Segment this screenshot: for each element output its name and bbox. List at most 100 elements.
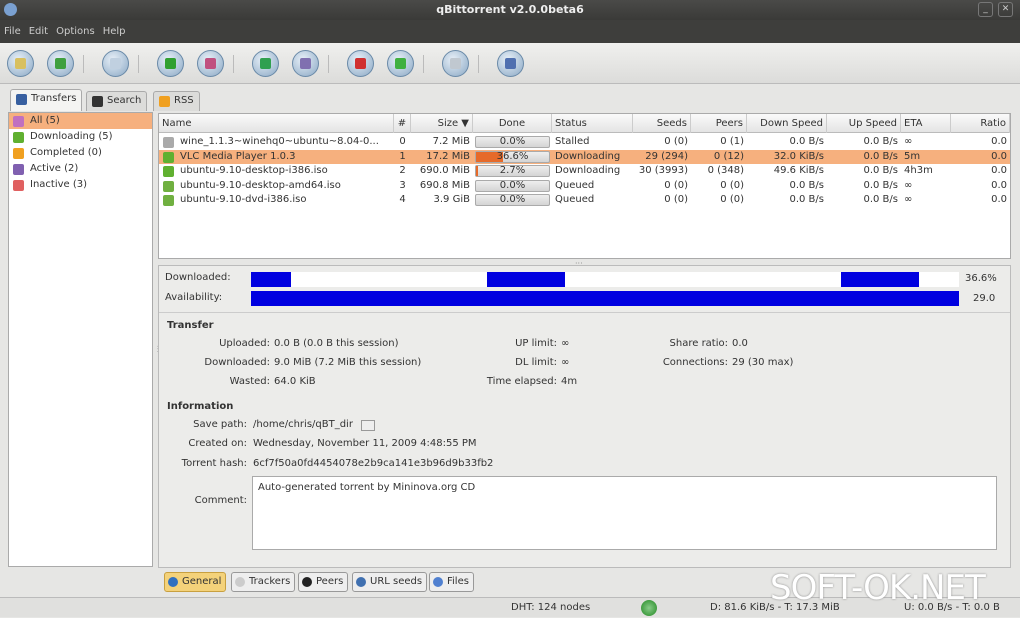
general-details-panel: Downloaded: 36.6% Availability: 29.0 Tra… (158, 265, 1011, 568)
cell-ratio: 0.0 (991, 194, 1007, 205)
connections-label: Connections: (662, 357, 728, 368)
tab-trackers[interactable]: Trackers (231, 572, 296, 592)
toolbar (0, 43, 1020, 84)
start-button[interactable] (157, 50, 184, 77)
menu-file[interactable]: File (4, 26, 21, 37)
tab-rss[interactable]: RSS (153, 91, 200, 111)
cell-down: 0.0 B/s (789, 194, 824, 205)
toolbar-separator (83, 55, 84, 73)
menu-edit[interactable]: Edit (29, 26, 48, 37)
torrent-state-icon (163, 151, 174, 163)
menu-options[interactable]: Options (56, 26, 95, 37)
decrease-priority-button[interactable] (347, 50, 374, 77)
tab-search[interactable]: Search (86, 91, 148, 111)
torrent-state-icon (163, 166, 174, 177)
toolbar-separator (478, 55, 479, 73)
toolbar-separator (138, 55, 139, 73)
cell-ratio: 0.0 (991, 150, 1007, 162)
cell-up: 0.0 B/s (863, 165, 898, 176)
tab-url-seeds[interactable]: URL seeds (352, 572, 428, 592)
preferences-button[interactable] (442, 50, 469, 77)
cell-num: 3 (399, 179, 406, 191)
tab-label: Search (107, 95, 142, 106)
add-torrent-file-icon (15, 58, 26, 69)
increase-priority-button[interactable] (387, 50, 414, 77)
cell-ratio: 0.0 (991, 179, 1007, 191)
start-all-icon (260, 58, 271, 69)
cell-num: 1 (399, 150, 406, 162)
filter-item[interactable]: Downloading (5) (9, 129, 152, 145)
column-header[interactable]: Up Speed (827, 114, 901, 133)
filter-item[interactable]: Completed (0) (9, 145, 152, 161)
toolbar-separator (233, 55, 234, 73)
pause-button[interactable] (197, 50, 224, 77)
edit-path-button[interactable] (361, 420, 375, 431)
menu-bar: File Edit Options Help (0, 20, 1020, 43)
table-row[interactable]: wine_1.1.3~winehq0~ubuntu~8.04-0... 0 7.2 … (159, 135, 1010, 150)
cell-done: 0.0% (499, 179, 526, 191)
cell-size: 3.9 GiB (433, 194, 470, 205)
filter-item[interactable]: Active (2) (9, 161, 152, 177)
column-header[interactable]: Status (552, 114, 633, 133)
peers-icon (302, 577, 312, 587)
share-ratio-label: Share ratio: (669, 338, 728, 349)
table-row[interactable]: ubuntu-9.10-desktop-amd64.iso 3 690.8 MiB 0… (159, 179, 1010, 194)
tab-transfers[interactable]: Transfers (10, 89, 83, 111)
filter-item[interactable]: Inactive (3) (9, 177, 152, 193)
table-row[interactable]: ubuntu-9.10-desktop-i386.iso 2 690.0 MiB 2.… (159, 164, 1010, 179)
status-filter-list: All (5) Downloading (5) Completed (0) Activ… (8, 112, 153, 567)
table-row[interactable]: ubuntu-9.10-dvd-i386.iso 4 3.9 GiB 0.0% Queu… (159, 193, 1010, 208)
cell-status: Downloading (555, 150, 621, 162)
cell-status: Queued (555, 194, 595, 205)
column-header[interactable]: Seeds (633, 114, 691, 133)
trackers-icon (235, 577, 245, 587)
cell-status: Stalled (555, 136, 590, 147)
downloaded-piece (840, 272, 920, 287)
cell-eta: 4h3m (904, 165, 933, 176)
column-header[interactable]: Done (473, 114, 552, 133)
tab-label: Transfers (31, 93, 77, 104)
cell-seeds: 0 (0) (664, 194, 688, 205)
add-torrent-link-button[interactable] (47, 50, 74, 77)
dl-limit-label: DL limit: (515, 357, 557, 368)
delete-button[interactable] (102, 50, 129, 77)
column-header[interactable]: Ratio (951, 114, 1010, 133)
column-header[interactable]: # (394, 114, 411, 133)
close-button[interactable]: ✕ (998, 2, 1013, 17)
pause-all-button[interactable] (292, 50, 319, 77)
add-torrent-link-icon (55, 58, 66, 69)
torrent-state-icon (163, 137, 174, 148)
downloaded-label: Downloaded: (165, 272, 231, 283)
cell-name: VLC Media Player 1.0.3 (180, 150, 296, 162)
tab-peers[interactable]: Peers (298, 572, 349, 592)
tab-files[interactable]: Files (429, 572, 474, 592)
column-header[interactable]: Peers (691, 114, 747, 133)
column-header[interactable]: Size ▼ (411, 114, 473, 133)
minimize-button[interactable]: _ (978, 2, 993, 17)
column-header[interactable]: ETA (901, 114, 951, 133)
cell-up: 0.0 B/s (863, 179, 898, 191)
filter-icon (13, 148, 24, 159)
filter-label: Active (2) (30, 163, 79, 174)
table-header: Name # Size ▼ Done Status Seeds Peers Down Spee… (159, 114, 1010, 133)
title-bar: qBittorrent v2.0.0beta6 (0, 0, 1020, 20)
filter-item[interactable]: All (5) (9, 113, 152, 129)
toolbar-separator (423, 55, 424, 73)
tab-label: Files (447, 576, 469, 587)
comment-box[interactable]: Auto-generated torrent by Mininova.org C… (252, 476, 997, 550)
menu-help[interactable]: Help (103, 26, 126, 37)
table-row[interactable]: VLC Media Player 1.0.3 1 17.2 MiB 36.6% Down… (159, 149, 1010, 164)
column-header[interactable]: Name (159, 114, 394, 133)
start-all-button[interactable] (252, 50, 279, 77)
tab-general[interactable]: General (164, 572, 227, 592)
created-label: Created on: (188, 438, 247, 449)
connection-status-icon[interactable] (641, 600, 657, 616)
general-icon (168, 577, 178, 587)
cell-down: 49.6 KiB/s (773, 165, 824, 176)
column-header[interactable]: Down Speed (747, 114, 827, 133)
exit-button[interactable] (497, 50, 524, 77)
cell-done: 36.6% (496, 150, 529, 162)
cell-size: 690.0 MiB (419, 165, 470, 176)
cell-up: 0.0 B/s (863, 194, 898, 205)
add-torrent-file-button[interactable] (7, 50, 34, 77)
